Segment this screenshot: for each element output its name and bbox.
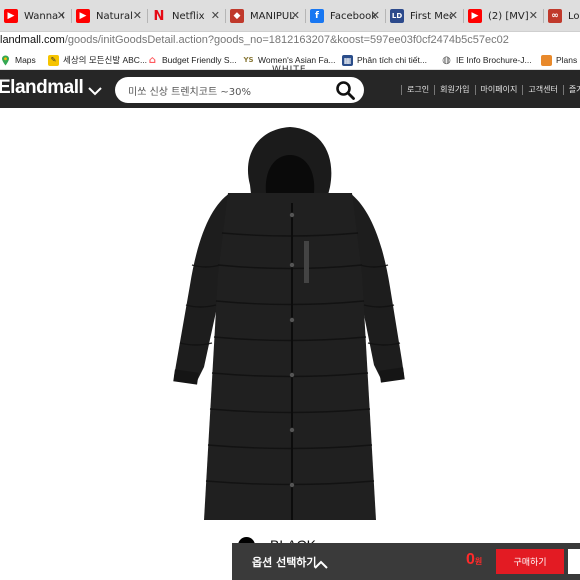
search-placeholder: 미쏘 신상 트렌치코트 ~30% (128, 87, 251, 98)
url-text[interactable]: landmall.com/goods/initGoodsDetail.actio… (0, 34, 509, 46)
option-select-label[interactable]: 옵션 선택하기 (252, 554, 317, 570)
close-icon[interactable]: ✕ (371, 9, 380, 22)
close-icon[interactable]: ✕ (291, 9, 300, 22)
search-icon[interactable] (335, 80, 355, 104)
youtube-icon: ▶ (4, 9, 18, 23)
browser-tab-strip: ▶ Wanna On ✕ ▶ Natural Sc ✕ N Netflix ✕ … (0, 0, 580, 32)
maps-icon (0, 55, 11, 66)
tab-title: MANIPUL (250, 10, 294, 22)
ys-icon: YS (243, 56, 254, 64)
nav-login[interactable]: 로그인 (407, 84, 429, 95)
facebook-icon: f (310, 9, 324, 23)
browser-tab[interactable]: LD First Medi ✕ (386, 0, 464, 31)
close-icon[interactable]: ✕ (57, 9, 66, 22)
close-icon[interactable]: ✕ (449, 9, 458, 22)
chevron-down-icon[interactable] (88, 81, 102, 100)
bookmark-airbnb[interactable]: ⌂ Budget Friendly S... (147, 53, 237, 67)
price-value: 0 (466, 551, 475, 568)
nav-signup[interactable]: 회원가입 (440, 84, 469, 95)
abc-icon: ✎ (48, 54, 59, 66)
price-unit: 원 (474, 557, 483, 566)
close-icon[interactable]: ✕ (133, 9, 142, 22)
close-icon[interactable]: ✕ (211, 9, 220, 22)
nav-customer-center[interactable]: 고객센터 (528, 84, 557, 95)
bookmark-abc[interactable]: ✎ 세상의 모든신발 ABC... (48, 53, 147, 67)
bookmark-phan-tich[interactable]: ▦ Phân tích chi tiết... (342, 53, 427, 67)
tab-title: (2) [MV] E (488, 10, 532, 22)
bookmark-label: Plans (556, 55, 578, 65)
url-domain: landmall.com (0, 34, 65, 46)
browser-tab[interactable]: N Netflix ✕ (148, 0, 226, 31)
folder-icon (541, 54, 552, 66)
purchase-bar: 옵션 선택하기 0원 구매하기 (232, 543, 580, 580)
bookmark-ie-info[interactable]: ◍ IE Info Brochure-J... (441, 53, 532, 67)
youtube-icon: ▶ (468, 9, 482, 23)
netflix-icon: N (153, 8, 165, 24)
bookmark-label: 세상의 모든신발 ABC... (63, 55, 148, 65)
tab-title: Natural Sc (96, 10, 136, 22)
tab-title: First Medi (410, 10, 452, 22)
buy-button[interactable]: 구매하기 (496, 549, 564, 574)
tab-title: Netflix (172, 10, 205, 22)
grid-icon: ▦ (342, 54, 353, 66)
tab-title: Facebook (330, 10, 376, 22)
browser-tab[interactable]: f Facebook ✕ (306, 0, 386, 31)
top-nav: 로그인 회원가입 마이페이지 고객센터 즐겨 (396, 84, 580, 95)
tab-title: Log (568, 10, 580, 22)
youtube-icon: ▶ (76, 9, 90, 23)
price: 0원 (466, 551, 482, 569)
browser-tab[interactable]: ∞ Log (544, 0, 580, 31)
site-logo[interactable]: Elandmall (0, 77, 84, 99)
browser-tab[interactable]: ▶ Natural Sc ✕ (72, 0, 148, 31)
url-path: /goods/initGoodsDetail.action?goods_no=1… (64, 34, 509, 46)
chevron-up-icon[interactable] (314, 555, 328, 574)
nav-mypage[interactable]: 마이페이지 (481, 84, 518, 95)
bookmark-maps[interactable]: Maps (0, 53, 36, 67)
ld-icon: LD (390, 9, 404, 23)
airbnb-icon: ⌂ (148, 54, 157, 66)
product-image (100, 115, 480, 535)
link-icon: ∞ (548, 9, 562, 23)
bookmark-label: Budget Friendly S... (162, 55, 237, 65)
crest-icon: ◆ (230, 9, 244, 23)
bookmark-label: Maps (15, 55, 36, 65)
secondary-button[interactable] (568, 549, 580, 574)
address-bar[interactable]: landmall.com/goods/initGoodsDetail.actio… (0, 32, 580, 50)
close-icon[interactable]: ✕ (529, 9, 538, 22)
bookmark-plans[interactable]: Plans (541, 53, 577, 67)
globe-icon: ◍ (442, 54, 451, 66)
browser-tab[interactable]: ▶ Wanna On ✕ (0, 0, 72, 31)
search-input[interactable]: 미쏘 신상 트렌치코트 ~30% (115, 77, 364, 103)
nav-favorites[interactable]: 즐겨 (569, 84, 580, 95)
bookmark-label: IE Info Brochure-J... (456, 55, 532, 65)
bookmark-label: Women's Asian Fa... (258, 55, 336, 65)
bookmark-label: Phân tích chi tiết... (357, 55, 427, 65)
browser-tab[interactable]: ◆ MANIPUL ✕ (226, 0, 306, 31)
browser-tab[interactable]: ▶ (2) [MV] E ✕ (464, 0, 544, 31)
